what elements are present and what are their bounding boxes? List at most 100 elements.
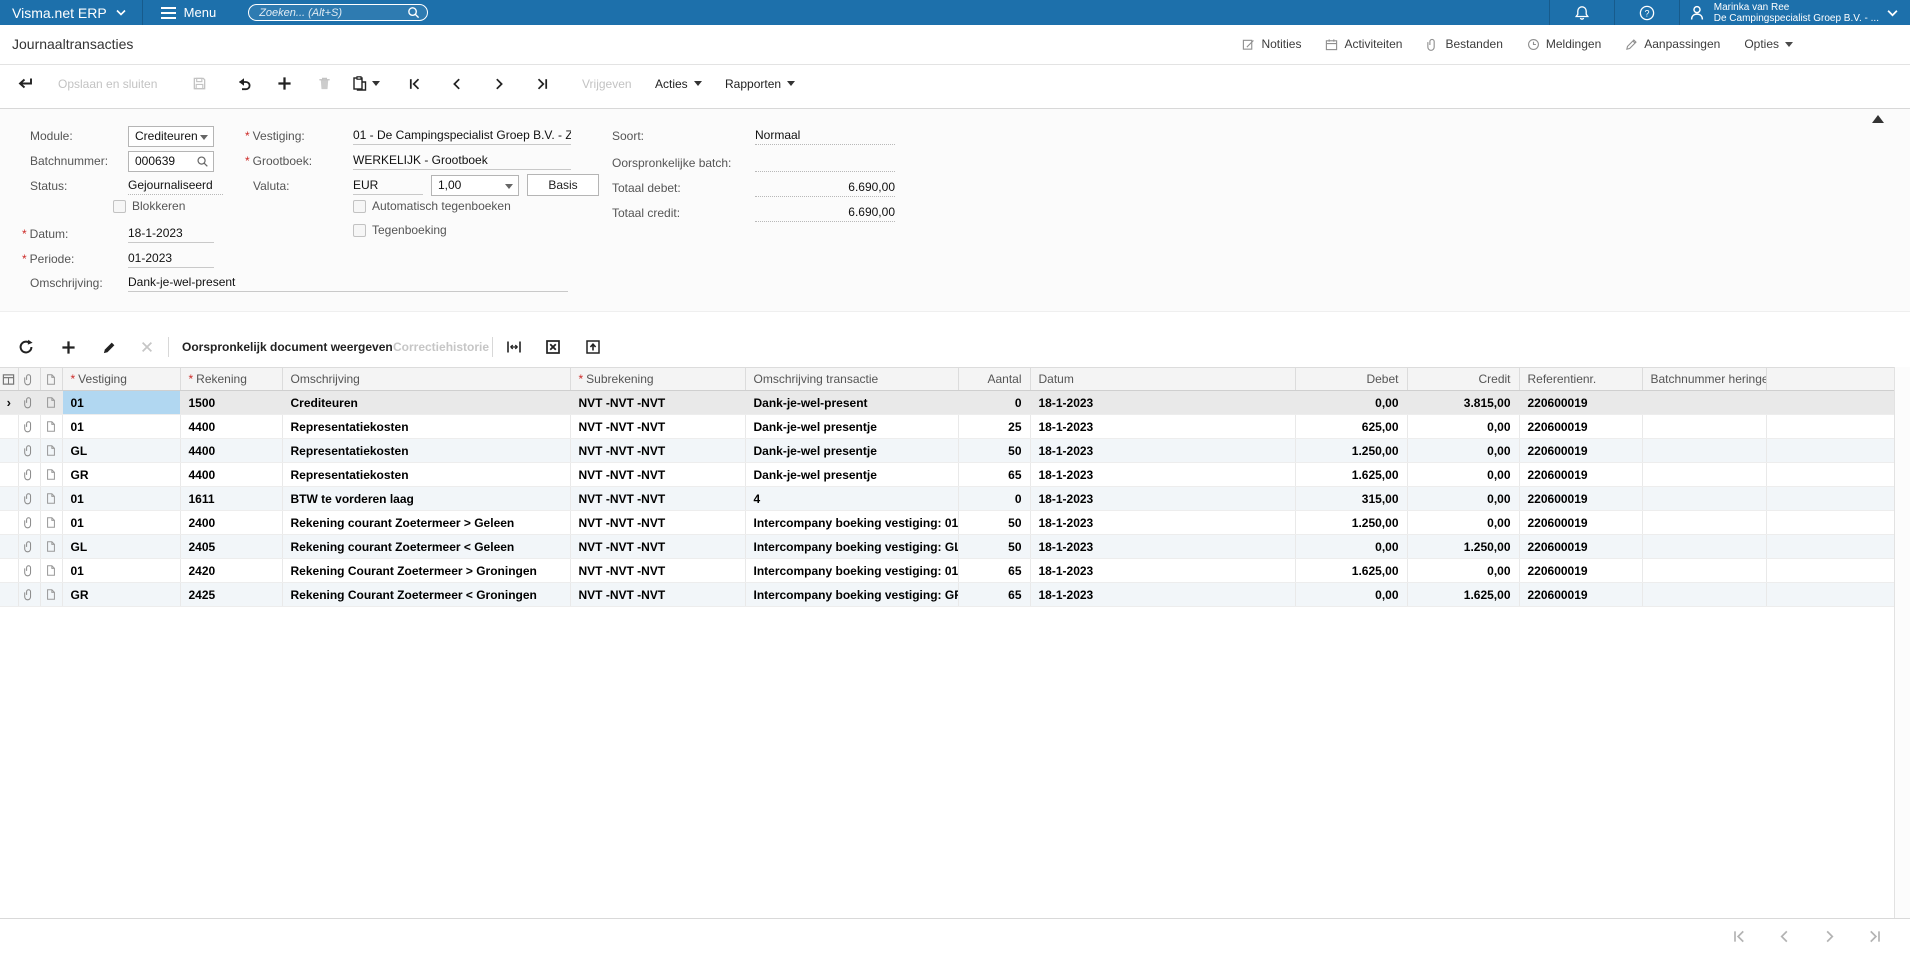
column-header-paperclip-icon[interactable]: [18, 368, 40, 391]
search-icon[interactable]: [407, 6, 420, 19]
cell-credit[interactable]: 1.250,00: [1407, 535, 1519, 559]
export-excel-button[interactable]: [545, 330, 561, 364]
cell-vestiging[interactable]: 01: [62, 391, 180, 415]
basis-button[interactable]: Basis: [527, 174, 599, 196]
cell-omschrijving_transactie[interactable]: Intercompany boeking vestiging: 01: [745, 559, 958, 583]
row-selector-cell[interactable]: ›: [0, 391, 18, 415]
search-input[interactable]: [248, 4, 428, 21]
blokkeren-checkbox[interactable]: [113, 200, 126, 213]
nav-prev-button[interactable]: [450, 65, 464, 102]
cell-debet[interactable]: 315,00: [1295, 487, 1407, 511]
cell-aantal[interactable]: 50: [958, 511, 1030, 535]
nav-next-button[interactable]: [492, 65, 506, 102]
cell-rekening[interactable]: 2400: [180, 511, 282, 535]
cell-subrekening[interactable]: NVT -NVT -NVT: [570, 559, 745, 583]
cell-omschrijving[interactable]: Rekening Courant Zoetermeer < Groningen: [282, 583, 570, 607]
messages-button[interactable]: Meldingen: [1527, 37, 1601, 51]
cell-vestiging[interactable]: GR: [62, 583, 180, 607]
menu-button[interactable]: Menu: [143, 0, 235, 25]
cell-referentienr[interactable]: 220600019: [1519, 535, 1642, 559]
cell-vestiging[interactable]: GL: [62, 439, 180, 463]
cell-referentienr[interactable]: 220600019: [1519, 415, 1642, 439]
row-paperclip-icon-cell[interactable]: [18, 463, 40, 487]
datum-field[interactable]: 18-1-2023: [128, 224, 214, 243]
cell-omschrijving[interactable]: Crediteuren: [282, 391, 570, 415]
show-original-document-button[interactable]: Oorspronkelijk document weergeven: [182, 330, 393, 364]
cell-debet[interactable]: 0,00: [1295, 391, 1407, 415]
column-header-document-icon[interactable]: [40, 368, 62, 391]
cell-debet[interactable]: 1.625,00: [1295, 559, 1407, 583]
cell-subrekening[interactable]: NVT -NVT -NVT: [570, 391, 745, 415]
notifications-button[interactable]: [1550, 0, 1614, 25]
cell-aantal[interactable]: 65: [958, 463, 1030, 487]
column-header-omschrijving[interactable]: Omschrijving: [282, 368, 570, 391]
cell-aantal[interactable]: 65: [958, 583, 1030, 607]
cell-rekening[interactable]: 2420: [180, 559, 282, 583]
row-selector-cell[interactable]: [0, 439, 18, 463]
cell-credit[interactable]: 0,00: [1407, 415, 1519, 439]
cell-rekening[interactable]: 4400: [180, 463, 282, 487]
cell-referentienr[interactable]: 220600019: [1519, 487, 1642, 511]
cell-batchnummer_heringedeeld[interactable]: [1642, 559, 1766, 583]
cell-batchnummer_heringedeeld[interactable]: [1642, 439, 1766, 463]
row-paperclip-icon-cell[interactable]: [18, 487, 40, 511]
cell-batchnummer_heringedeeld[interactable]: [1642, 391, 1766, 415]
pager-last-button[interactable]: [1867, 929, 1882, 944]
help-button[interactable]: ?: [1615, 0, 1679, 25]
column-header-rekening[interactable]: *Rekening: [180, 368, 282, 391]
row-paperclip-icon-cell[interactable]: [18, 511, 40, 535]
cell-rekening[interactable]: 2405: [180, 535, 282, 559]
pager-first-button[interactable]: [1732, 929, 1747, 944]
cell-omschrijving_transactie[interactable]: Intercompany boeking vestiging: GL: [745, 535, 958, 559]
cell-aantal[interactable]: 65: [958, 559, 1030, 583]
row-document-icon-cell[interactable]: [40, 583, 62, 607]
row-selector-cell[interactable]: [0, 415, 18, 439]
cell-subrekening[interactable]: NVT -NVT -NVT: [570, 535, 745, 559]
row-document-icon-cell[interactable]: [40, 487, 62, 511]
edit-row-button[interactable]: [102, 330, 117, 364]
cell-vestiging[interactable]: 01: [62, 559, 180, 583]
grootboek-field[interactable]: WERKELIJK - Grootboek: [353, 151, 571, 170]
cell-omschrijving[interactable]: Rekening Courant Zoetermeer > Groningen: [282, 559, 570, 583]
cell-referentienr[interactable]: 220600019: [1519, 463, 1642, 487]
nav-last-button[interactable]: [535, 65, 549, 102]
nav-first-button[interactable]: [408, 65, 422, 102]
collapse-icon[interactable]: [1872, 115, 1884, 123]
cell-rekening[interactable]: 1500: [180, 391, 282, 415]
table-row[interactable]: 011611BTW te vorderen laagNVT -NVT -NVT4…: [0, 487, 1894, 511]
cell-datum[interactable]: 18-1-2023: [1030, 511, 1295, 535]
cell-debet[interactable]: 0,00: [1295, 535, 1407, 559]
tegenboeking-checkbox[interactable]: [353, 224, 366, 237]
paste-menu-button[interactable]: [352, 65, 380, 102]
table-row[interactable]: GR2425Rekening Courant Zoetermeer < Gron…: [0, 583, 1894, 607]
row-paperclip-icon-cell[interactable]: [18, 415, 40, 439]
table-row[interactable]: ›011500CrediteurenNVT -NVT -NVTDank-je-w…: [0, 391, 1894, 415]
cell-credit[interactable]: 0,00: [1407, 511, 1519, 535]
vertical-scrollbar[interactable]: [1894, 367, 1910, 918]
cell-omschrijving[interactable]: BTW te vorderen laag: [282, 487, 570, 511]
column-header-batchnummer_heringedeeld[interactable]: Batchnummer heringedeeld: [1642, 368, 1766, 391]
cell-rekening[interactable]: 1611: [180, 487, 282, 511]
row-paperclip-icon-cell[interactable]: [18, 391, 40, 415]
cell-batchnummer_heringedeeld[interactable]: [1642, 511, 1766, 535]
column-header-datum[interactable]: Datum: [1030, 368, 1295, 391]
row-document-icon-cell[interactable]: [40, 439, 62, 463]
cell-batchnummer_heringedeeld[interactable]: [1642, 415, 1766, 439]
cell-credit[interactable]: 0,00: [1407, 559, 1519, 583]
cell-omschrijving_transactie[interactable]: Intercompany boeking vestiging: 01: [745, 511, 958, 535]
row-document-icon-cell[interactable]: [40, 511, 62, 535]
pager-prev-button[interactable]: [1777, 929, 1792, 944]
column-header-credit[interactable]: Credit: [1407, 368, 1519, 391]
column-header-debet[interactable]: Debet: [1295, 368, 1407, 391]
back-button[interactable]: [16, 65, 33, 102]
table-row[interactable]: GR4400RepresentatiekostenNVT -NVT -NVTDa…: [0, 463, 1894, 487]
cell-omschrijving[interactable]: Representatiekosten: [282, 415, 570, 439]
cell-aantal[interactable]: 50: [958, 439, 1030, 463]
row-document-icon-cell[interactable]: [40, 391, 62, 415]
row-paperclip-icon-cell[interactable]: [18, 583, 40, 607]
row-selector-cell[interactable]: [0, 511, 18, 535]
cell-aantal[interactable]: 25: [958, 415, 1030, 439]
cell-subrekening[interactable]: NVT -NVT -NVT: [570, 439, 745, 463]
activities-button[interactable]: Activiteiten: [1325, 37, 1402, 51]
refresh-button[interactable]: [18, 330, 34, 364]
